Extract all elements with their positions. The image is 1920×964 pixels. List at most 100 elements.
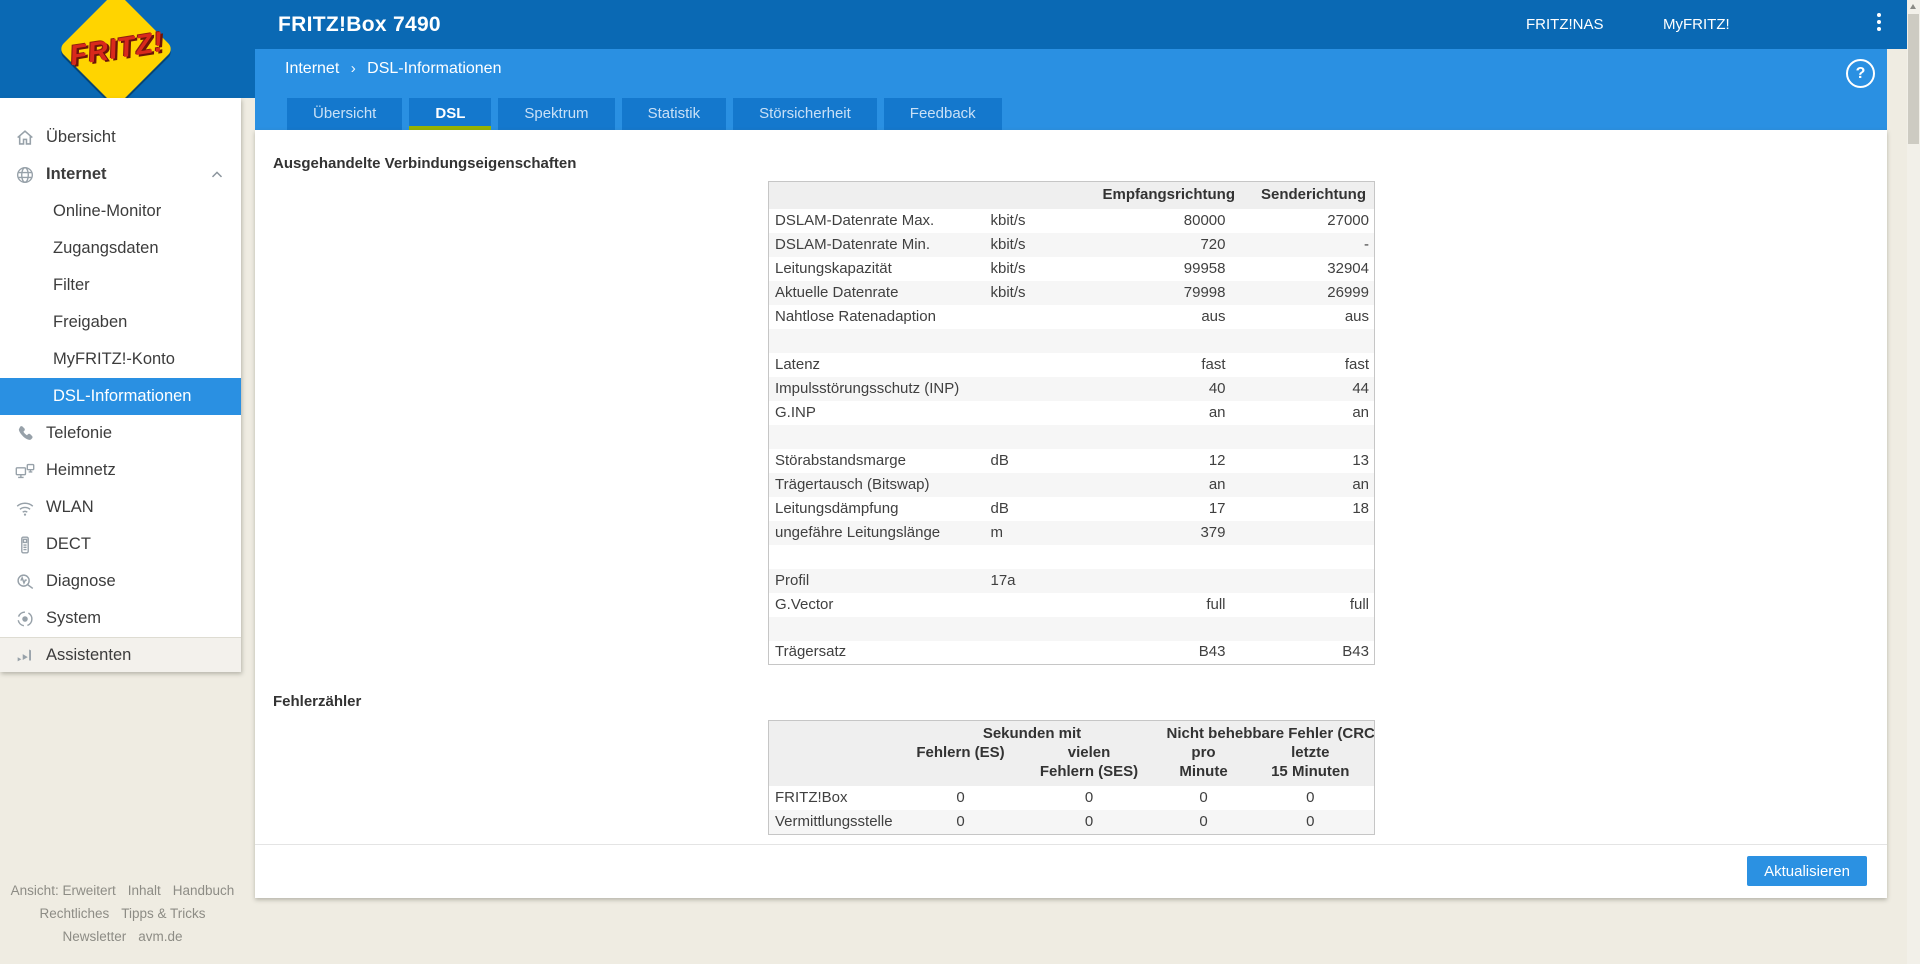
table-cell: an	[1096, 472, 1234, 497]
table-cell	[986, 472, 1097, 497]
table-cell: Nahtlose Ratenadaption	[775, 307, 936, 325]
sidebar-item-zugangsdaten[interactable]: Zugangsdaten	[0, 230, 241, 267]
sidebar-item-label: Assistenten	[46, 645, 132, 664]
sidebar-item-label: DSL-Informationen	[53, 387, 192, 405]
col-header: letzte 15 Minuten	[1246, 743, 1375, 786]
table-cell: Aktuelle Datenrate	[768, 280, 987, 305]
error-counter-table: Sekunden mit Nicht behebbare Fehler (CRC)…	[768, 720, 1376, 835]
footer-link-rechtliches[interactable]: Rechtliches	[39, 906, 109, 921]
table-cell	[768, 424, 987, 449]
help-icon[interactable]: ?	[1846, 59, 1875, 88]
table-cell: kbit/s	[990, 211, 1026, 229]
table-cell: m	[986, 520, 1097, 545]
table-cell	[987, 593, 1097, 617]
table-cell: Leitungsdämpfung	[775, 499, 899, 517]
table-cell	[987, 545, 1097, 569]
table-cell: B43	[1342, 643, 1369, 661]
sidebar-item-telefonie[interactable]: Telefonie	[0, 415, 241, 452]
kebab-menu-icon[interactable]	[1872, 13, 1886, 37]
sidebar-item-filter[interactable]: Filter	[0, 267, 241, 304]
table-cell: DSLAM-Datenrate Min.	[768, 232, 987, 257]
sidebar-item-dect[interactable]: DECT	[0, 526, 241, 563]
table-row: Aktuelle Datenrate kbit/s 79998 26999	[768, 280, 1375, 305]
table-cell	[769, 545, 987, 569]
table-cell: 0	[1306, 789, 1315, 806]
sidebar-item-myfritz-konto[interactable]: MyFRITZ!-Konto	[0, 341, 241, 378]
table-cell: fast	[1201, 355, 1226, 373]
table-row: Leitungsdämpfung dB 17 18	[769, 497, 1375, 521]
footer-link-ansicht[interactable]: Ansicht: Erweitert	[11, 883, 116, 898]
table-row: ungefähre Leitungslänge m 379	[768, 520, 1375, 545]
sidebar-item-freigaben[interactable]: Freigaben	[0, 304, 241, 341]
table-cell: full	[1349, 595, 1369, 613]
tab-feedback[interactable]: Feedback	[883, 98, 1002, 130]
sidebar-item-dsl-informationen[interactable]: DSL-Informationen	[0, 378, 241, 415]
fritznas-link[interactable]: FRITZ!NAS	[1526, 0, 1604, 49]
sidebar-item-label: WLAN	[46, 498, 94, 516]
footer-link-inhalt[interactable]: Inhalt	[128, 883, 161, 898]
table-cell: Leitungskapazität	[775, 259, 892, 277]
col-header: Fehlern (ES)	[903, 743, 1018, 786]
col-header-senderichtung: Senderichtung	[1233, 181, 1375, 209]
table-cell: full	[1206, 595, 1226, 613]
phone-icon	[13, 423, 37, 445]
dect-icon	[13, 534, 37, 556]
breadcrumb-section[interactable]: Internet	[285, 60, 339, 77]
myfritz-link[interactable]: MyFRITZ!	[1663, 0, 1730, 49]
sidebar-item-label: Übersicht	[46, 128, 116, 146]
table-spacer-row	[769, 545, 1375, 569]
table-cell: Trägersatz	[775, 643, 847, 661]
tab-uebersicht[interactable]: Übersicht	[287, 98, 403, 130]
sidebar-item-system[interactable]: System	[0, 600, 241, 637]
sidebar-item-assistenten[interactable]: Assistenten	[0, 637, 241, 672]
sidebar-item-internet[interactable]: Internet	[0, 156, 241, 193]
table-cell	[1096, 616, 1234, 641]
table-cell: 44	[1233, 376, 1375, 401]
table-cell	[1096, 568, 1234, 593]
footer-link-handbuch[interactable]: Handbuch	[173, 883, 235, 898]
table-spacer-row	[768, 616, 1375, 641]
footer-link-newsletter[interactable]: Newsletter	[62, 929, 126, 944]
chevron-up-icon[interactable]	[208, 166, 226, 184]
tab-statistik[interactable]: Statistik	[621, 98, 727, 130]
scrollbar[interactable]	[1907, 0, 1920, 964]
table-cell: 0	[1017, 810, 1161, 834]
table-cell: 12	[1208, 451, 1226, 469]
refresh-button[interactable]: Aktualisieren	[1747, 856, 1867, 886]
footer-link-avm[interactable]: avm.de	[138, 929, 182, 944]
sidebar-item-online-monitor[interactable]: Online-Monitor	[0, 193, 241, 230]
banner: Internet › DSL-Informationen ? Übersicht…	[255, 49, 1887, 130]
table-cell	[987, 305, 1097, 329]
sidebar-item-label: DECT	[46, 535, 91, 553]
breadcrumb-separator-icon: ›	[350, 60, 356, 77]
sidebar-item-heimnetz[interactable]: Heimnetz	[0, 452, 241, 489]
sidebar-item-wlan[interactable]: WLAN	[0, 489, 241, 526]
footer-link-tipps[interactable]: Tipps & Tricks	[121, 906, 205, 921]
table-cell: kbit/s	[990, 259, 1026, 277]
tab-spektrum[interactable]: Spektrum	[498, 98, 615, 130]
scrollbar-thumb[interactable]	[1908, 14, 1919, 144]
group-header-sekunden: Sekunden mit	[903, 720, 1161, 743]
wizard-icon	[13, 644, 37, 666]
table-row: Leitungskapazität kbit/s 99958 32904	[769, 257, 1375, 281]
table-cell: Störabstandsmarge	[775, 451, 906, 469]
table-cell: an	[1352, 403, 1369, 421]
content-card: Ausgehandelte Verbindungseigenschaften E…	[255, 130, 1887, 898]
table-cell: 0	[903, 810, 1018, 834]
tab-dsl[interactable]: DSL	[409, 98, 492, 130]
group-header-crc: Nicht behebbare Fehler (CRC)	[1160, 720, 1375, 743]
connection-properties-table: Empfangsrichtung Senderichtung DSLAM-Daten…	[768, 181, 1375, 665]
table-cell: Impulsstörungsschutz (INP)	[768, 376, 987, 401]
table-header-row: Empfangsrichtung Senderichtung	[768, 181, 1375, 209]
table-cell: aus	[1201, 307, 1226, 325]
table-row: Trägersatz B43 B43	[769, 641, 1375, 665]
tab-stoersicherheit[interactable]: Störsicherheit	[733, 98, 877, 130]
sidebar-item-übersicht[interactable]: Übersicht	[0, 119, 241, 156]
globe-icon	[13, 164, 37, 186]
sidebar-item-label: Zugangsdaten	[53, 239, 159, 257]
table-cell: 0	[1199, 789, 1208, 806]
scroll-up-icon[interactable]	[1910, 4, 1916, 9]
table-cell	[768, 328, 987, 353]
sidebar-item-diagnose[interactable]: Diagnose	[0, 563, 241, 600]
table-cell: B43	[1198, 643, 1226, 661]
